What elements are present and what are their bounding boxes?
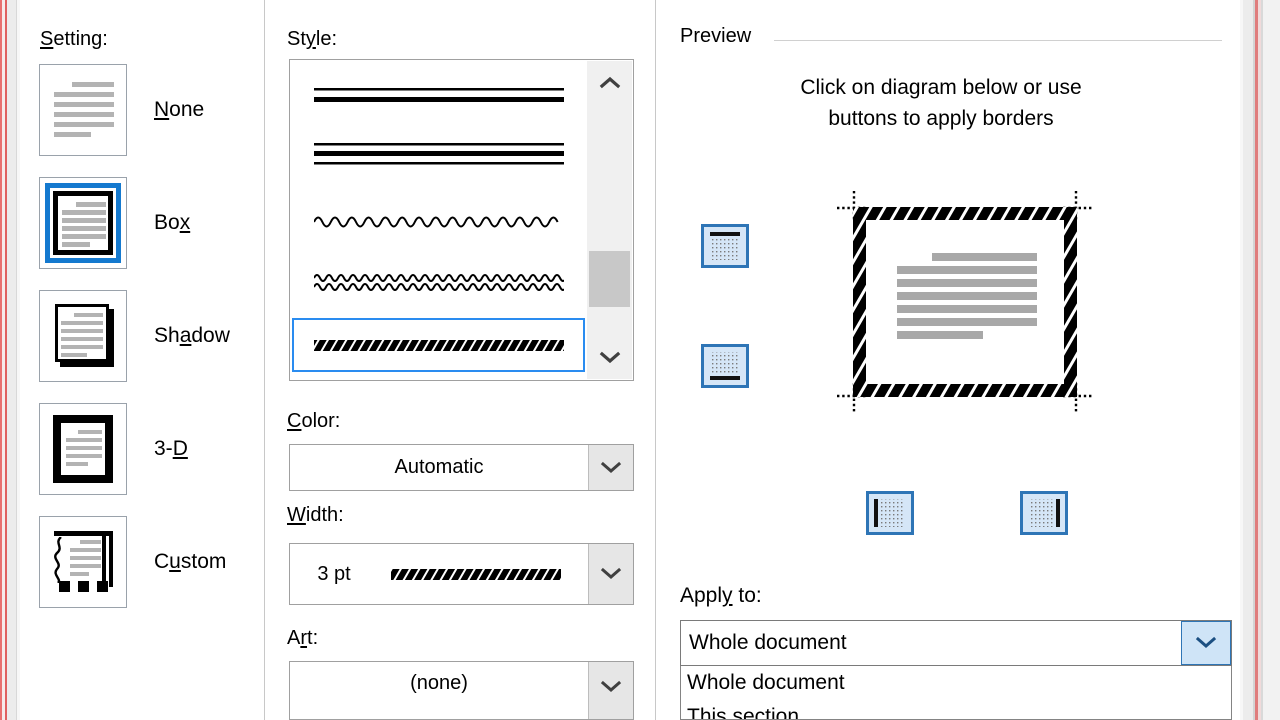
style-scrollbar[interactable] <box>587 61 632 379</box>
window-left-edge <box>0 0 20 720</box>
style-list-items <box>290 60 587 380</box>
apply-to-combobox[interactable]: Whole document <box>680 620 1232 666</box>
color-value: Automatic <box>394 456 484 478</box>
setting-item-shadow-label: Shadow <box>154 324 230 347</box>
style-listbox[interactable] <box>289 59 634 381</box>
borders-and-shading-dialog: Setting: None Box Shadow 3-D Custom Styl… <box>0 0 1280 720</box>
setting-section: Setting: None Box Shadow 3-D Custom <box>20 0 264 720</box>
chevron-up-icon[interactable] <box>587 61 632 103</box>
setting-item-3d-label: 3-D <box>154 437 188 460</box>
setting-item-none-label: None <box>154 98 205 121</box>
style-option-triple-line[interactable] <box>292 126 585 180</box>
chevron-down-icon[interactable] <box>1181 621 1231 665</box>
width-value: 3 pt <box>317 562 351 585</box>
art-combobox[interactable]: (none) <box>289 661 634 720</box>
apply-to-option-whole-document[interactable]: Whole document <box>681 666 1231 700</box>
color-label: Color: <box>287 410 341 432</box>
setting-item-custom-label: Custom <box>154 550 227 573</box>
apply-to-option-this-section[interactable]: This section <box>681 700 1231 719</box>
art-label: Art: <box>287 627 319 649</box>
color-combobox[interactable]: Automatic <box>289 444 634 491</box>
diagonal-hatch-line-icon <box>390 568 561 580</box>
setting-item-custom[interactable]: Custom <box>39 514 264 610</box>
preview-hint-line1: Click on diagram below or use <box>800 76 1082 99</box>
scrollbar-thumb[interactable] <box>589 251 630 307</box>
window-right-edge <box>1240 0 1280 720</box>
setting-label: Setting: <box>40 28 108 50</box>
right-border-button[interactable] <box>1020 491 1068 535</box>
preview-hint: Click on diagram below or use buttons to… <box>701 72 1181 134</box>
style-option-double-thin-thick[interactable] <box>292 66 585 120</box>
preview-rule <box>774 40 1222 41</box>
chevron-down-icon[interactable] <box>588 445 633 490</box>
chevron-down-icon[interactable] <box>587 337 632 379</box>
style-option-single-wavy[interactable] <box>292 192 585 246</box>
preview-hint-line2: buttons to apply borders <box>828 107 1054 130</box>
style-section: Style: Color: Automatic Width: 3 pt Art:… <box>265 0 640 720</box>
width-label: Width: <box>287 504 344 526</box>
bottom-border-button[interactable] <box>701 344 749 388</box>
style-label: Style: <box>287 28 338 50</box>
setting-item-3d[interactable]: 3-D <box>39 401 264 497</box>
left-border-button[interactable] <box>866 491 914 535</box>
border-custom-icon <box>39 516 127 608</box>
setting-item-none[interactable]: None <box>39 62 264 158</box>
setting-item-shadow[interactable]: Shadow <box>39 288 264 384</box>
border-3d-icon <box>39 403 127 495</box>
width-combobox[interactable]: 3 pt <box>289 543 634 605</box>
setting-item-box[interactable]: Box <box>39 175 264 271</box>
border-box-icon <box>39 177 127 269</box>
border-preview-diagram[interactable] <box>837 191 1093 413</box>
apply-to-label: Apply to: <box>680 584 762 607</box>
border-shadow-icon <box>39 290 127 382</box>
apply-to-dropdown-list[interactable]: Whole document This section <box>680 666 1232 720</box>
preview-title: Preview <box>680 25 752 47</box>
style-option-diagonal-hatch[interactable] <box>292 318 585 372</box>
setting-item-box-label: Box <box>154 211 191 234</box>
border-none-icon <box>39 64 127 156</box>
apply-to-value: Whole document <box>689 631 847 654</box>
top-border-button[interactable] <box>701 224 749 268</box>
art-value: (none) <box>410 672 468 694</box>
diagram-text-lines <box>897 253 1037 339</box>
style-option-double-wavy[interactable] <box>292 254 585 308</box>
chevron-down-icon[interactable] <box>588 544 633 604</box>
chevron-down-icon[interactable] <box>588 662 633 719</box>
preview-section: Preview Click on diagram below or use bu… <box>641 0 1240 720</box>
